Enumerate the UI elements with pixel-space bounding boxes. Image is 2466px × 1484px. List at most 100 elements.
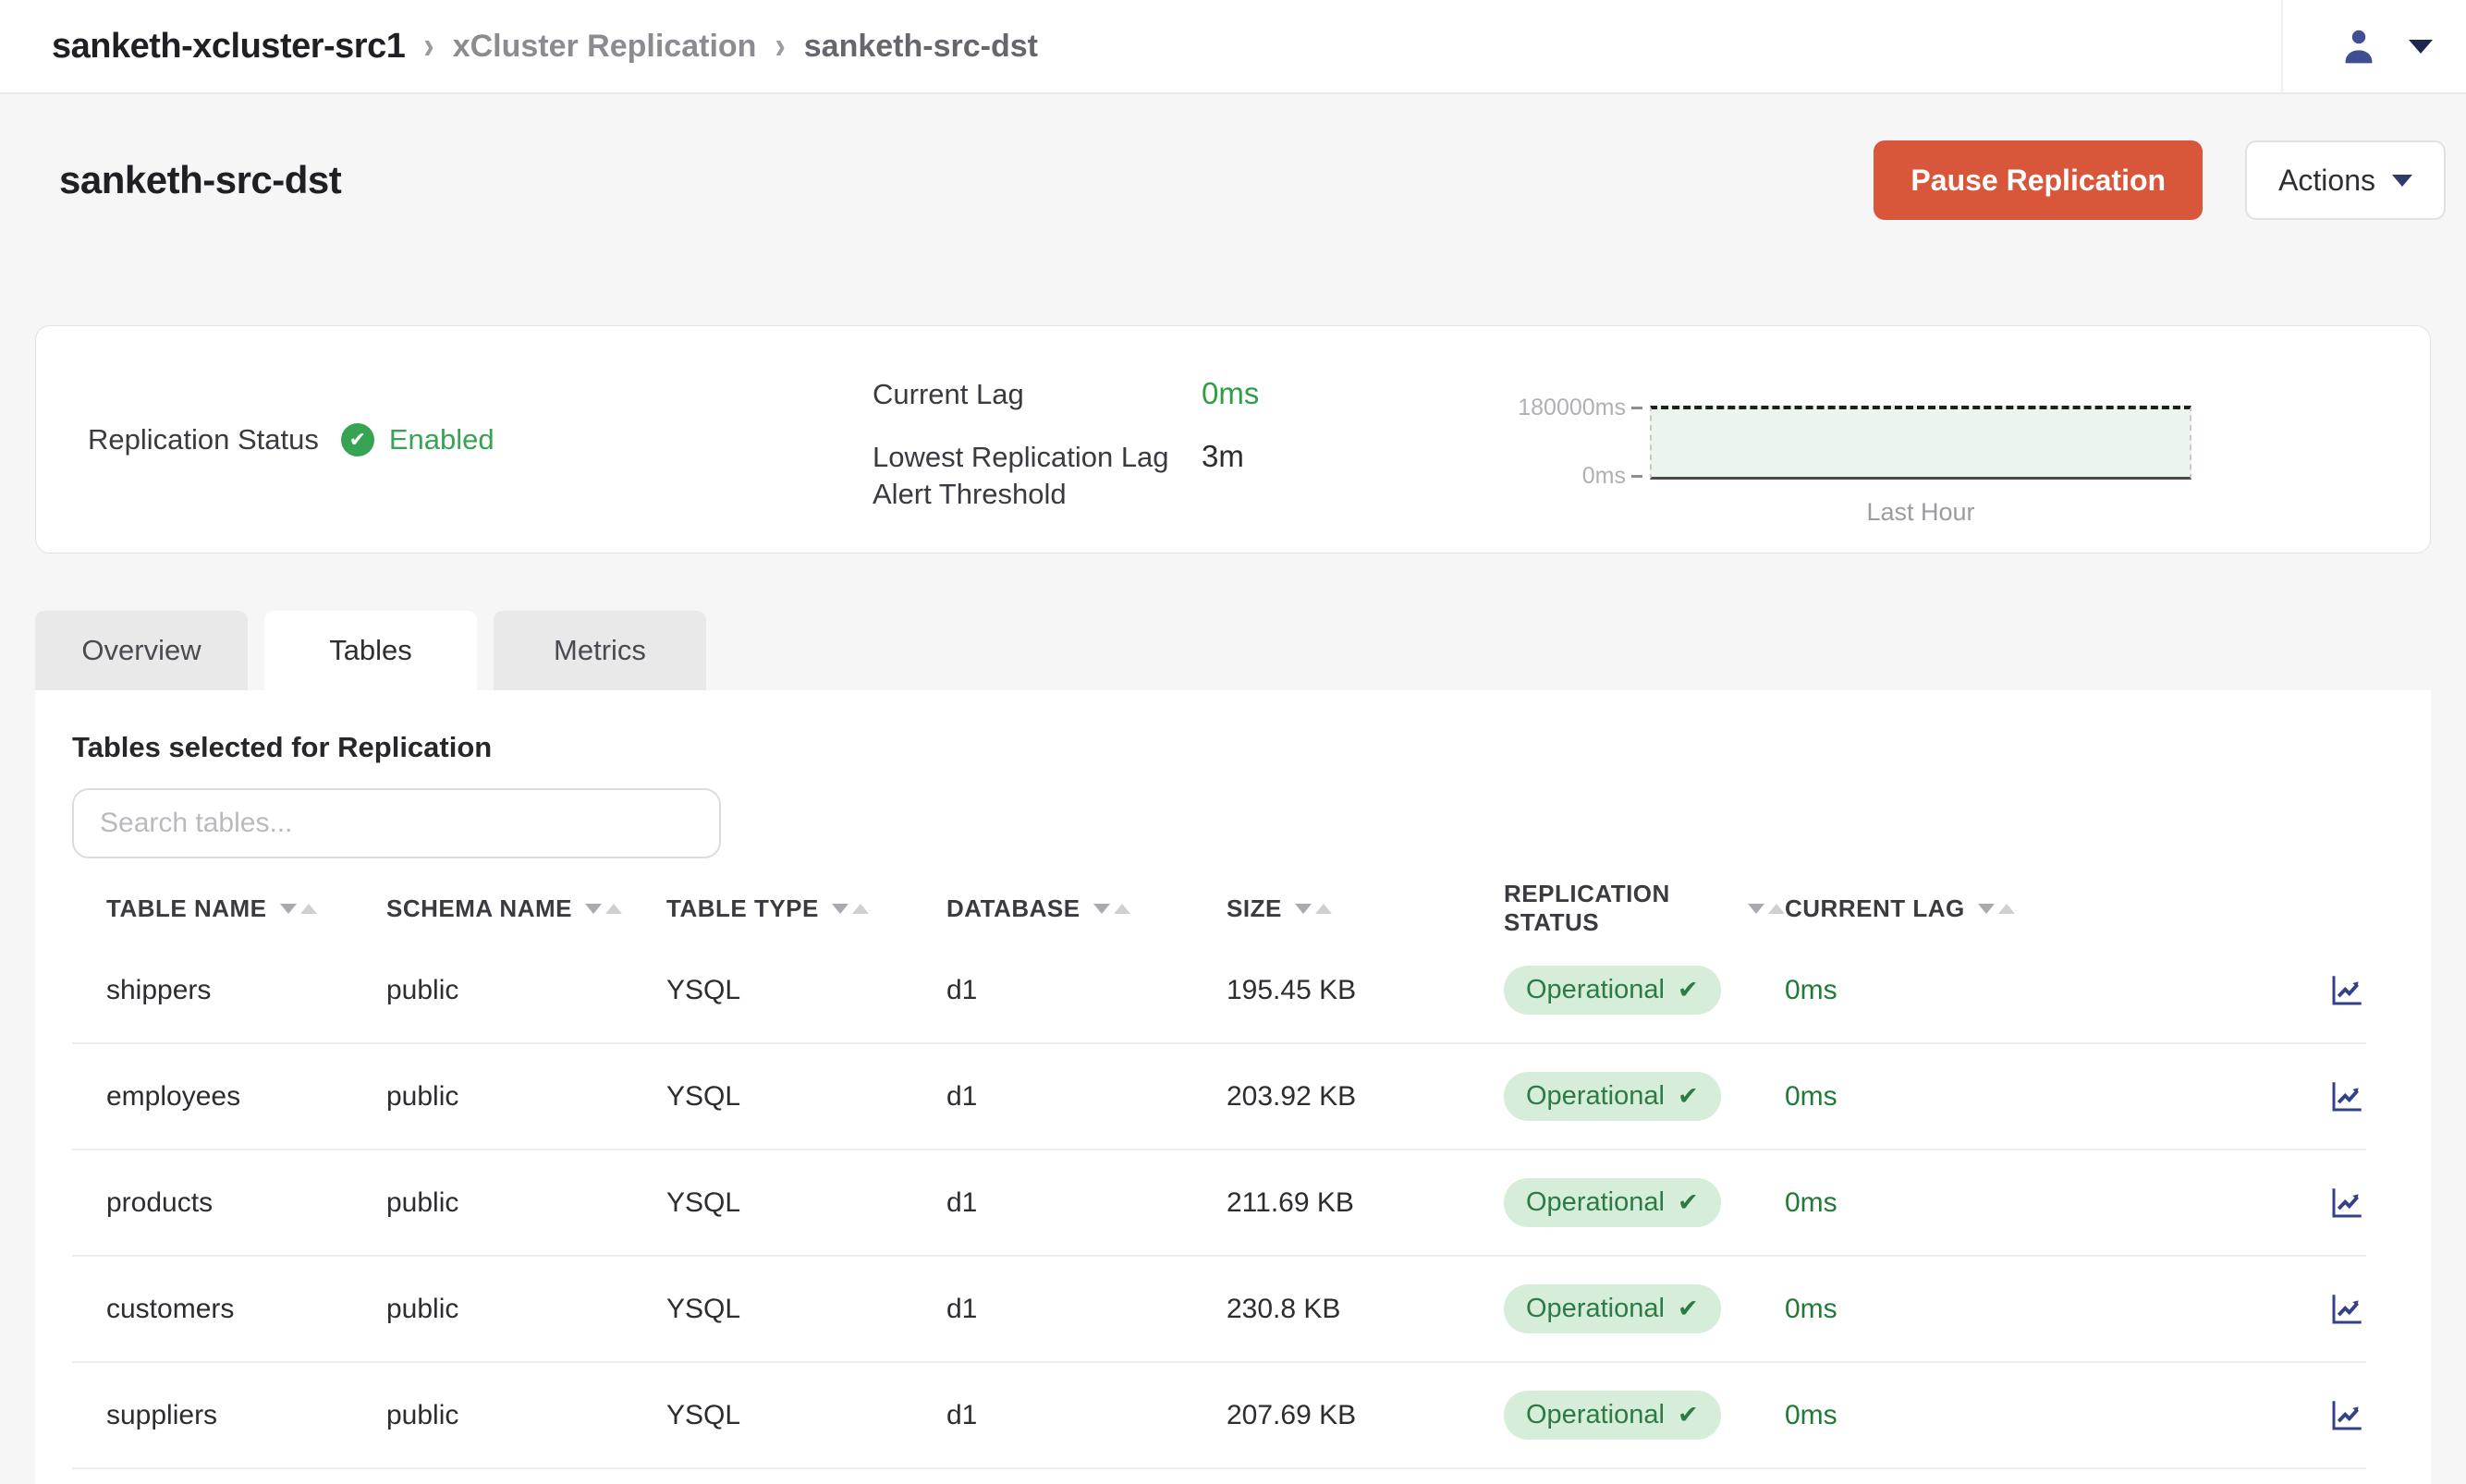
sort-icon[interactable] (1978, 904, 2015, 914)
navbar-user-area (2281, 0, 2433, 92)
table-row-suppliers: suppliers public YSQL d1 207.69 KB Opera… (72, 1363, 2366, 1469)
column-header-schema-name[interactable]: SCHEMA NAME (386, 894, 666, 923)
column-header-label: TABLE NAME (106, 894, 267, 923)
user-menu-caret-icon[interactable] (2409, 40, 2433, 54)
line-chart-icon (2327, 1396, 2366, 1435)
alert-threshold-value: 3m (1202, 439, 1259, 474)
lag-graph-button[interactable] (2327, 971, 2366, 1010)
column-header-table-type[interactable]: TABLE TYPE (666, 894, 946, 923)
lag-graph-button[interactable] (2327, 1290, 2366, 1329)
status-badge: Operational ✔ (1504, 1178, 1721, 1227)
status-badge-label: Operational (1526, 1294, 1665, 1324)
cell-current-lag: 0ms (1785, 1187, 2311, 1219)
cell-table-type: YSQL (666, 1187, 946, 1219)
cell-replication-status: Operational ✔ (1504, 1072, 1785, 1121)
column-header-replication-status[interactable]: REPLICATION STATUS (1504, 880, 1785, 937)
chart-x-axis-label: Last Hour (1650, 498, 2191, 527)
cell-schema-name: public (386, 1081, 666, 1113)
actions-button[interactable]: Actions (2245, 140, 2446, 220)
breadcrumb-current-page: sanketh-src-dst (804, 29, 1038, 65)
status-badge: Operational ✔ (1504, 1391, 1721, 1440)
cell-table-type: YSQL (666, 1081, 946, 1113)
tables-section-heading: Tables selected for Replication (72, 731, 2366, 764)
status-badge-label: Operational (1526, 1081, 1665, 1112)
cell-schema-name: public (386, 1294, 666, 1325)
cell-size: 211.69 KB (1227, 1187, 1504, 1219)
chevron-right-icon: › (775, 25, 785, 68)
table-row-customers: customers public YSQL d1 230.8 KB Operat… (72, 1257, 2366, 1363)
column-header-label: SCHEMA NAME (386, 894, 572, 923)
tables-panel: Tables selected for Replication TABLE NA… (35, 690, 2431, 1484)
navbar-divider (2281, 0, 2283, 93)
cell-current-lag: 0ms (1785, 975, 2311, 1006)
lag-chart-plot-area: 180000ms 0ms (1650, 406, 2191, 480)
breadcrumb-xcluster-replication[interactable]: xCluster Replication (453, 29, 757, 65)
search-tables-input[interactable] (72, 788, 721, 858)
status-badge: Operational ✔ (1504, 1284, 1721, 1333)
column-header-current-lag[interactable]: CURRENT LAG (1785, 894, 2311, 923)
sort-icon[interactable] (1748, 904, 1785, 914)
cell-current-lag: 0ms (1785, 1400, 2311, 1431)
current-lag-value: 0ms (1202, 376, 1259, 411)
table-row-employees: employees public YSQL d1 203.92 KB Opera… (72, 1044, 2366, 1150)
pause-replication-button[interactable]: Pause Replication (1874, 140, 2203, 220)
line-chart-icon (2327, 1077, 2366, 1116)
check-icon: ✔ (1678, 1295, 1699, 1323)
cell-table-name: suppliers (106, 1400, 386, 1431)
column-header-size[interactable]: SIZE (1227, 894, 1504, 923)
cell-table-name: customers (106, 1294, 386, 1325)
cell-table-type: YSQL (666, 975, 946, 1006)
cell-database: d1 (946, 1081, 1227, 1113)
cell-schema-name: public (386, 1400, 666, 1431)
sort-icon[interactable] (280, 904, 317, 914)
column-header-label: REPLICATION STATUS (1504, 880, 1735, 937)
check-icon: ✔ (1678, 976, 1699, 1004)
status-badge-label: Operational (1526, 1400, 1665, 1430)
sort-icon[interactable] (1295, 904, 1332, 914)
status-badge: Operational ✔ (1504, 1072, 1721, 1121)
chart-y-min-tick: 0ms (1582, 463, 1642, 490)
page: sanketh-xcluster-src1 › xCluster Replica… (0, 0, 2466, 1484)
chart-y-max-tick: 180000ms (1518, 395, 1642, 421)
actions-caret-icon (2392, 175, 2412, 187)
status-badge-label: Operational (1526, 975, 1665, 1005)
replication-status-label: Replication Status (88, 423, 319, 456)
tick-mark (1631, 475, 1642, 478)
chart-y-min-label: 0ms (1582, 463, 1626, 490)
breadcrumb: sanketh-xcluster-src1 › xCluster Replica… (52, 27, 2281, 67)
line-chart-icon (2327, 1184, 2366, 1222)
replication-status-card: Replication Status ✔ Enabled Current Lag… (35, 325, 2431, 553)
sort-icon[interactable] (832, 904, 869, 914)
top-navbar: sanketh-xcluster-src1 › xCluster Replica… (0, 0, 2466, 94)
lag-graph-button[interactable] (2327, 1184, 2366, 1222)
cell-database: d1 (946, 975, 1227, 1006)
user-icon[interactable] (2337, 24, 2381, 68)
cell-schema-name: public (386, 975, 666, 1006)
cell-table-name: employees (106, 1081, 386, 1113)
alert-threshold-label-line1: Lowest Replication Lag (873, 441, 1169, 473)
sort-icon[interactable] (585, 904, 622, 914)
cell-current-lag: 0ms (1785, 1081, 2311, 1113)
cell-replication-status: Operational ✔ (1504, 966, 1785, 1015)
column-header-table-name[interactable]: TABLE NAME (106, 894, 386, 923)
tab-overview[interactable]: Overview (35, 611, 248, 690)
column-header-database[interactable]: DATABASE (946, 894, 1227, 923)
status-badge-label: Operational (1526, 1187, 1665, 1218)
check-icon: ✔ (1678, 1401, 1699, 1429)
cell-current-lag: 0ms (1785, 1294, 2311, 1325)
tab-metrics[interactable]: Metrics (494, 611, 706, 690)
line-chart-icon (2327, 971, 2366, 1010)
column-header-label: DATABASE (946, 894, 1080, 923)
replication-status-value: Enabled (389, 423, 494, 456)
lag-graph-button[interactable] (2327, 1396, 2366, 1435)
cell-size: 203.92 KB (1227, 1081, 1504, 1113)
lag-graph-button[interactable] (2327, 1077, 2366, 1116)
tick-mark (1631, 407, 1642, 409)
sort-icon[interactable] (1093, 904, 1130, 914)
column-header-label: SIZE (1227, 894, 1282, 923)
alert-threshold-label-line2: Alert Threshold (873, 478, 1067, 510)
check-circle-icon: ✔ (341, 423, 374, 456)
tab-tables[interactable]: Tables (264, 611, 477, 690)
table-row-shippers: shippers public YSQL d1 195.45 KB Operat… (72, 938, 2366, 1044)
breadcrumb-universe[interactable]: sanketh-xcluster-src1 (52, 27, 405, 67)
